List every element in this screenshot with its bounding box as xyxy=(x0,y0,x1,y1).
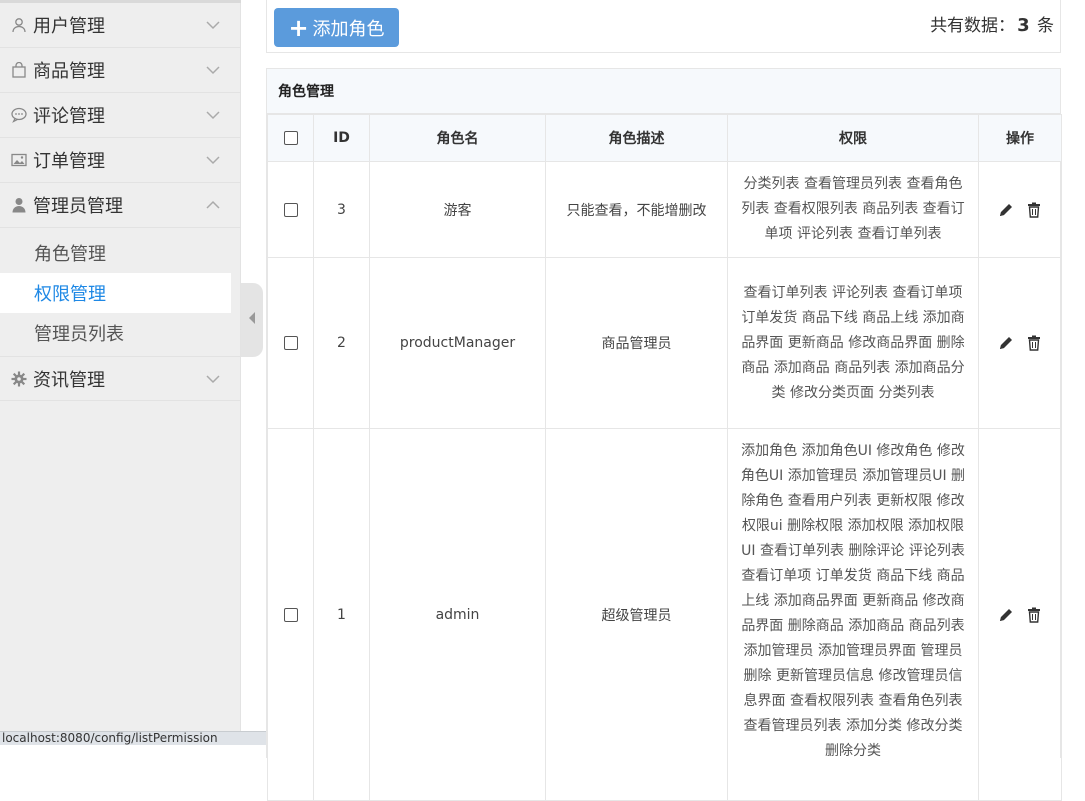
header-id: ID xyxy=(313,114,370,162)
image-icon xyxy=(11,152,27,168)
chevron-down-icon xyxy=(205,17,221,33)
sidebar-collapse-handle[interactable] xyxy=(241,283,263,357)
cell-role-desc: 只能查看，不能增删改 xyxy=(545,161,728,258)
comment-icon xyxy=(11,107,27,123)
chevron-left-icon xyxy=(247,310,257,330)
table-header-row: ID 角色名 角色描述 权限 操作 xyxy=(267,114,1062,162)
toolbar: + 添加角色 共有数据： 3 条 xyxy=(266,0,1061,53)
row-checkbox[interactable] xyxy=(283,607,298,622)
chevron-down-icon xyxy=(205,62,221,78)
shopping-bag-icon xyxy=(11,62,27,78)
cell-role-name: productManager xyxy=(369,257,546,429)
add-role-label: 添加角色 xyxy=(312,18,385,40)
submenu-role-management[interactable]: 角色管理 xyxy=(0,233,231,273)
delete-trash-icon[interactable] xyxy=(1027,607,1043,623)
cell-actions xyxy=(978,161,1062,258)
total-number: 3 xyxy=(1017,15,1030,36)
menu-admin-management[interactable]: 管理员管理 xyxy=(0,183,241,228)
total-suffix: 条 xyxy=(1037,16,1054,36)
chevron-down-icon xyxy=(205,107,221,123)
menu-news-management[interactable]: 资讯管理 xyxy=(0,356,241,401)
table-row: 2 productManager 商品管理员 查看订单列表 评论列表 查看订单项… xyxy=(267,257,1062,429)
role-table: ID 角色名 角色描述 权限 操作 3 游客 只能查看，不能增删改 分类列表 查… xyxy=(267,114,1062,801)
total-count: 共有数据： 3 条 xyxy=(930,11,1054,36)
total-prefix: 共有数据： xyxy=(930,16,1016,36)
select-all-checkbox[interactable] xyxy=(283,131,298,145)
browser-status-url: localhost:8080/config/listPermission xyxy=(0,731,266,745)
panel-title: 角色管理 xyxy=(267,69,1060,114)
edit-pencil-icon[interactable] xyxy=(998,202,1014,218)
menu-order-management[interactable]: 订单管理 xyxy=(0,138,241,183)
cell-role-desc: 商品管理员 xyxy=(545,257,728,429)
chevron-down-icon xyxy=(205,152,221,168)
row-checkbox[interactable] xyxy=(283,202,298,217)
header-role-desc: 角色描述 xyxy=(545,114,728,162)
menu-product-management[interactable]: 商品管理 xyxy=(0,48,241,93)
cell-id: 2 xyxy=(313,257,370,429)
header-select-all xyxy=(267,114,314,162)
menu-comment-management[interactable]: 评论管理 xyxy=(0,93,241,138)
menu-label: 用户管理 xyxy=(33,16,105,37)
menu-label: 资讯管理 xyxy=(33,369,105,391)
header-actions: 操作 xyxy=(978,114,1062,162)
menu-label: 管理员管理 xyxy=(33,196,123,217)
cell-actions xyxy=(978,257,1062,429)
plus-icon: + xyxy=(288,13,309,42)
cell-permissions: 查看订单列表 评论列表 查看订单项 订单发货 商品下线 商品上线 添加商品界面 … xyxy=(727,257,979,429)
cell-permissions: 分类列表 查看管理员列表 查看角色列表 查看权限列表 商品列表 查看订单项 评论… xyxy=(727,161,979,258)
add-role-button[interactable]: + 添加角色 xyxy=(274,8,399,47)
menu-user-management[interactable]: 用户管理 xyxy=(0,3,241,48)
header-permissions: 权限 xyxy=(727,114,979,162)
menu-label: 订单管理 xyxy=(33,151,105,172)
row-select-cell xyxy=(267,257,314,429)
submenu-admin-list[interactable]: 管理员列表 xyxy=(0,313,231,353)
table-row: 3 游客 只能查看，不能增删改 分类列表 查看管理员列表 查看角色列表 查看权限… xyxy=(267,161,1062,258)
edit-pencil-icon[interactable] xyxy=(998,607,1014,623)
row-checkbox[interactable] xyxy=(283,336,298,350)
gear-icon xyxy=(11,371,27,387)
chevron-down-icon xyxy=(205,371,221,387)
delete-trash-icon[interactable] xyxy=(1027,202,1043,218)
cell-id: 3 xyxy=(313,161,370,258)
role-table-panel: 角色管理 ID 角色名 角色描述 权限 操作 3 游客 只能查看，不能增删改 分… xyxy=(266,68,1062,801)
menu-label: 商品管理 xyxy=(33,61,105,82)
edit-pencil-icon[interactable] xyxy=(998,335,1014,351)
sidebar: 用户管理 商品管理 评论管理 订单管理 管理员管理 角色管理 权限管理 管理员列… xyxy=(0,0,241,745)
header-role-name: 角色名 xyxy=(369,114,546,162)
row-select-cell xyxy=(267,161,314,258)
submenu-permission-management[interactable]: 权限管理 xyxy=(0,273,231,313)
chevron-up-icon xyxy=(205,197,221,213)
menu-label: 评论管理 xyxy=(33,106,105,127)
delete-trash-icon[interactable] xyxy=(1027,335,1043,351)
user-icon xyxy=(11,17,27,33)
person-icon xyxy=(11,197,27,213)
cell-role-name: 游客 xyxy=(369,161,546,258)
